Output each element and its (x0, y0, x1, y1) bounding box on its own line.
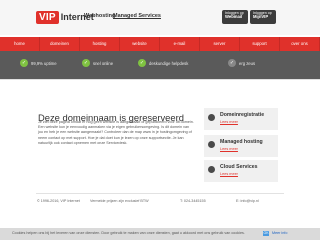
cookie-bar: Cookies helpen ons bij het leveren van o… (0, 228, 320, 240)
sidebar-box-managed-hosting: Managed hosting Lees meer (204, 135, 278, 157)
footer-email[interactable]: E: info@vip.nl (236, 199, 259, 203)
sidebar-box-title: Managed hosting (220, 139, 263, 145)
globe-icon (208, 114, 215, 121)
nav-item-over-ons[interactable]: over ons (280, 37, 320, 51)
usp-label: snel online (93, 60, 114, 66)
usp-strip: ✓ 99,9% uptime ✓ snel online ✓ deskundig… (0, 51, 320, 79)
login-mijnvip-main: MijnVIP (253, 14, 269, 20)
check-icon: ✓ (20, 59, 28, 67)
usp-label: deskundige helpdesk (149, 60, 189, 66)
nav-item-support[interactable]: support (240, 37, 280, 51)
footer-address: Vermelde prijzen zijn exclusief BTW (90, 199, 149, 203)
sidebar-box-title: Domeinregistratie (220, 112, 265, 118)
cookie-info-link[interactable]: Meer info (272, 231, 287, 235)
nav-item-server[interactable]: server (200, 37, 240, 51)
nav-item-domeinen[interactable]: domeinen (40, 37, 80, 51)
usp-extra: ✓ erg zeus (228, 59, 255, 67)
usp-uptime: ✓ 99,9% uptime (20, 59, 57, 67)
usp-label: 99,9% uptime (31, 60, 57, 66)
footer-copyright: © 1996-2016, VIP Internet (37, 199, 80, 203)
section-divider (0, 79, 320, 80)
login-webmail-main: Webmail (225, 14, 243, 20)
sidebar-box-link[interactable]: Lees meer (220, 147, 238, 151)
login-webmail-button[interactable]: Inloggen op Webmail (222, 10, 248, 24)
top-header: VIP Internet Webhosting Managed Services… (0, 0, 320, 35)
nav-item-email[interactable]: e-mail (160, 37, 200, 51)
sidebar-box-cloud-services: Cloud Services Lees meer (204, 160, 278, 182)
nav-item-home[interactable]: home (0, 37, 40, 51)
footer-divider (36, 193, 284, 194)
usp-snel-online: ✓ snel online (82, 59, 113, 67)
header-link-managed-services[interactable]: Managed Services (113, 13, 161, 19)
cookie-text: Cookies helpen ons bij het leveren van o… (12, 231, 245, 235)
cloud-icon (208, 166, 215, 173)
login-mijnvip-button[interactable]: Inloggen op MijnVIP (250, 10, 276, 24)
footer-phone: T: 024-3445155 (180, 199, 206, 203)
check-icon: ✓ (138, 59, 146, 67)
cookie-accept-button[interactable]: OK (263, 231, 269, 236)
usp-helpdesk: ✓ deskundige helpdesk (138, 59, 188, 67)
logo-mark: VIP (36, 10, 59, 24)
sidebar-box-domeinregistratie: Domeinregistratie Lees meer (204, 108, 278, 130)
main-nav: home domeinen hosting website e-mail ser… (0, 37, 320, 51)
sidebar-box-link[interactable]: Lees meer (220, 172, 238, 176)
usp-label: erg zeus (239, 60, 256, 66)
server-icon (208, 141, 215, 148)
check-icon: ✓ (228, 59, 236, 67)
nav-item-website[interactable]: website (120, 37, 160, 51)
intro-paragraph: Je ziet deze pagina omdat er nog geen we… (38, 120, 194, 145)
header-link-webhosting[interactable]: Webhosting (84, 13, 115, 19)
sidebar-box-title: Cloud Services (220, 164, 258, 170)
nav-item-hosting[interactable]: hosting (80, 37, 120, 51)
check-icon: ✓ (82, 59, 90, 67)
sidebar-box-link[interactable]: Lees meer (220, 120, 238, 124)
